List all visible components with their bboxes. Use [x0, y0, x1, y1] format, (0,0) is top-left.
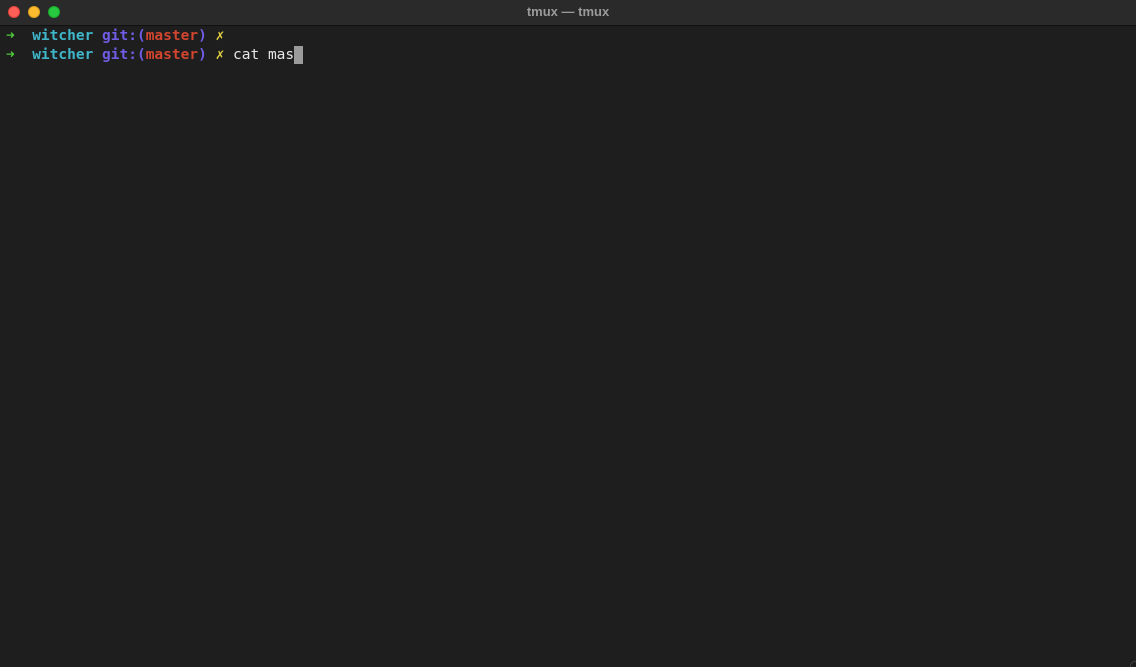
prompt-line: ➜ witcher git:(master) ✗ — [6, 27, 224, 46]
terminal-window: tmux — tmux ➜ witcher git:(master) ✗ ➜ w… — [0, 0, 1136, 667]
prompt-dirty-icon: ✗ — [215, 28, 225, 44]
prompt-git-suffix: ) — [198, 47, 207, 63]
command-input[interactable]: cat mas — [233, 47, 294, 63]
text-cursor — [294, 46, 304, 64]
prompt-branch: master — [145, 47, 199, 63]
terminal-area[interactable]: ➜ witcher git:(master) ✗ ➜ witcher git:(… — [0, 26, 1136, 667]
prompt-dirty-icon: ✗ — [215, 47, 225, 63]
prompt-line-active[interactable]: ➜ witcher git:(master) ✗ cat mas — [6, 46, 304, 65]
prompt-directory: witcher — [32, 47, 94, 63]
prompt-git-prefix: git:( — [102, 28, 146, 44]
resize-handle[interactable] — [1130, 661, 1136, 667]
title-bar[interactable]: tmux — tmux — [0, 0, 1136, 26]
prompt-branch: master — [145, 28, 199, 44]
prompt-arrow-icon: ➜ — [6, 28, 15, 44]
prompt-directory: witcher — [32, 28, 94, 44]
prompt-git-suffix: ) — [198, 28, 207, 44]
window-title: tmux — tmux — [526, 4, 610, 19]
prompt-git-prefix: git:( — [102, 47, 146, 63]
prompt-arrow-icon: ➜ — [6, 47, 15, 63]
